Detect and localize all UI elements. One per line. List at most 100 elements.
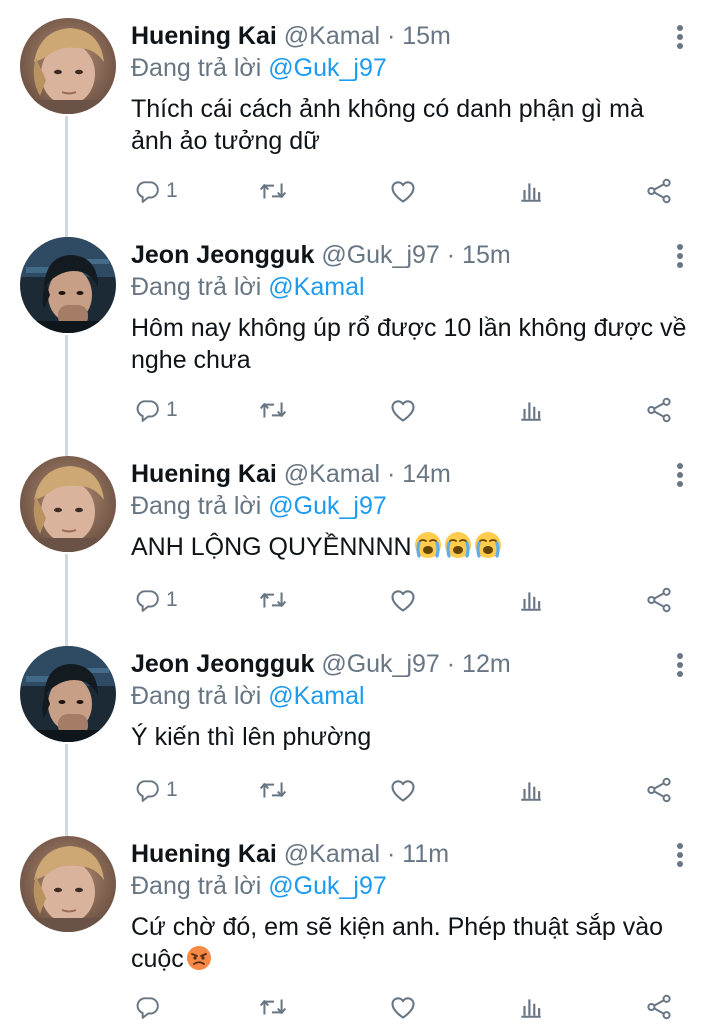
share-button[interactable] (645, 392, 673, 428)
tweet[interactable]: Jeon Jeongguk @Guk_j97 · 12m Đang trả lời… (0, 628, 719, 818)
avatar[interactable] (20, 237, 116, 333)
reply-icon (134, 994, 160, 1020)
more-vertical-icon[interactable] (670, 241, 690, 271)
heart-icon (389, 777, 417, 803)
handle-and-time[interactable]: @Kamal · 14m (284, 460, 451, 488)
display-name[interactable]: Jeon Jeongguk (131, 241, 314, 269)
views-button[interactable] (518, 772, 544, 808)
analytics-icon (518, 994, 544, 1020)
avatar[interactable] (20, 836, 116, 932)
handle-and-time[interactable]: @Kamal · 15m (284, 22, 451, 50)
share-icon (645, 396, 673, 424)
retweet-icon (258, 994, 288, 1020)
reply-button[interactable]: 1 (134, 173, 178, 209)
like-button[interactable] (389, 392, 417, 428)
tweet[interactable]: Huening Kai @Kamal · 14m Đang trả lời @Gu… (0, 438, 719, 628)
retweet-button[interactable] (258, 772, 288, 808)
replying-to-label: Đang trả lời (131, 682, 262, 710)
retweet-button[interactable] (258, 173, 288, 209)
views-button[interactable] (518, 392, 544, 428)
views-button[interactable] (518, 173, 544, 209)
tweet-text: Ý kiến thì lên phường (131, 721, 691, 753)
share-icon (645, 993, 673, 1021)
like-button[interactable] (389, 772, 417, 808)
analytics-icon (518, 777, 544, 803)
retweet-button[interactable] (258, 392, 288, 428)
reply-icon (134, 178, 160, 204)
share-button[interactable] (645, 582, 673, 618)
reply-count: 1 (166, 179, 178, 202)
tweet-header: Huening Kai @Kamal · 15m (131, 20, 451, 52)
tweet-text: Cứ chờ đó, em sẽ kiện anh. Phép thuật sắ… (131, 911, 691, 979)
reply-button[interactable] (134, 989, 166, 1025)
share-button[interactable] (645, 772, 673, 808)
tweet[interactable]: Huening Kai @Kamal · 15m Đang trả lời @Gu… (0, 0, 719, 219)
heart-icon (389, 994, 417, 1020)
tweet-text: ANH LỘNG QUYỀNNNN (131, 531, 691, 567)
retweet-icon (258, 777, 288, 803)
reply-icon (134, 777, 160, 803)
tweet-text: Thích cái cách ảnh không có danh phận gì… (131, 93, 691, 157)
angry-face-emoji-icon (186, 945, 212, 979)
retweet-button[interactable] (258, 989, 288, 1025)
display-name[interactable]: Jeon Jeongguk (131, 650, 314, 678)
display-name[interactable]: Huening Kai (131, 840, 277, 868)
tweet[interactable]: Jeon Jeongguk @Guk_j97 · 15m Đang trả lời… (0, 219, 719, 438)
more-vertical-icon[interactable] (670, 460, 690, 490)
replying-to-line: Đang trả lời @Kamal (131, 680, 365, 712)
views-button[interactable] (518, 582, 544, 618)
share-icon (645, 177, 673, 205)
tweet-text-content: Thích cái cách ảnh không có danh phận gì… (131, 95, 644, 155)
replying-to-line: Đang trả lời @Guk_j97 (131, 870, 387, 902)
display-name[interactable]: Huening Kai (131, 460, 277, 488)
replying-to-line: Đang trả lời @Guk_j97 (131, 52, 387, 84)
tweet-header: Jeon Jeongguk @Guk_j97 · 12m (131, 648, 511, 680)
reply-count: 1 (166, 398, 178, 421)
replying-to-label: Đang trả lời (131, 54, 262, 82)
share-icon (645, 776, 673, 804)
more-vertical-icon[interactable] (670, 650, 690, 680)
reply-button[interactable]: 1 (134, 772, 178, 808)
avatar[interactable] (20, 18, 116, 114)
avatar[interactable] (20, 646, 116, 742)
reply-icon (134, 397, 160, 423)
heart-icon (389, 587, 417, 613)
tweet-actions (0, 989, 719, 1025)
analytics-icon (518, 397, 544, 423)
like-button[interactable] (389, 582, 417, 618)
share-button[interactable] (645, 173, 673, 209)
analytics-icon (518, 587, 544, 613)
reply-mention-link[interactable]: @Guk_j97 (268, 54, 387, 82)
handle-and-time[interactable]: @Kamal · 11m (284, 840, 449, 868)
retweet-icon (258, 178, 288, 204)
handle-and-time[interactable]: @Guk_j97 · 12m (321, 650, 510, 678)
replying-to-line: Đang trả lời @Kamal (131, 271, 365, 303)
like-button[interactable] (389, 989, 417, 1025)
replying-to-label: Đang trả lời (131, 273, 262, 301)
reply-mention-link[interactable]: @Kamal (268, 273, 364, 301)
like-button[interactable] (389, 173, 417, 209)
more-vertical-icon[interactable] (670, 22, 690, 52)
views-button[interactable] (518, 989, 544, 1025)
reply-mention-link[interactable]: @Kamal (268, 682, 364, 710)
analytics-icon (518, 178, 544, 204)
reply-button[interactable]: 1 (134, 582, 178, 618)
tweet-actions: 1 (0, 772, 719, 808)
more-vertical-icon[interactable] (670, 840, 690, 870)
heart-icon (389, 178, 417, 204)
tweet[interactable]: Huening Kai @Kamal · 11m Đang trả lời @Gu… (0, 818, 719, 1035)
retweet-button[interactable] (258, 582, 288, 618)
reply-mention-link[interactable]: @Guk_j97 (268, 492, 387, 520)
handle-and-time[interactable]: @Guk_j97 · 15m (321, 241, 510, 269)
share-button[interactable] (645, 989, 673, 1025)
avatar[interactable] (20, 456, 116, 552)
reply-count: 1 (166, 588, 178, 611)
tweet-actions: 1 (0, 173, 719, 209)
tweet-text-content: Hôm nay không úp rổ được 10 lần không đư… (131, 314, 687, 374)
loudly-crying-face-emoji-icon (474, 531, 502, 567)
display-name[interactable]: Huening Kai (131, 22, 277, 50)
reply-mention-link[interactable]: @Guk_j97 (268, 872, 387, 900)
tweet-actions: 1 (0, 392, 719, 428)
reply-button[interactable]: 1 (134, 392, 178, 428)
reply-count: 1 (166, 778, 178, 801)
